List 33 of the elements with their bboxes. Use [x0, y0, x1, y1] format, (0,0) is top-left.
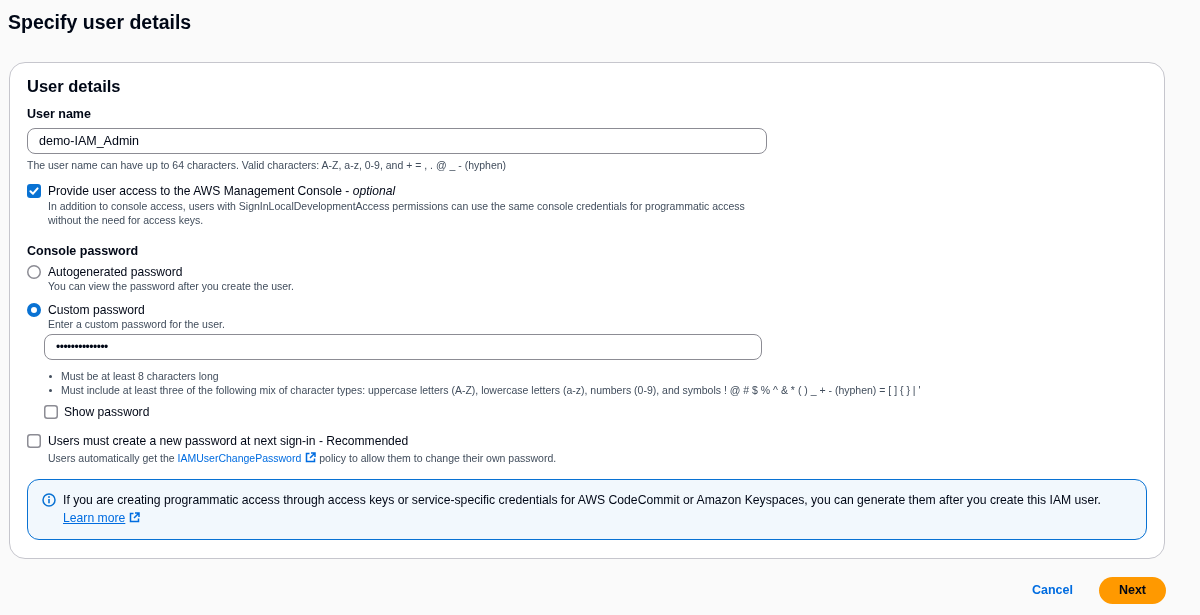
- external-link-icon: [129, 511, 141, 523]
- field-label: User name: [27, 106, 91, 122]
- link-button[interactable]: Cancel: [1029, 579, 1075, 601]
- password-input[interactable]: ••••••••••••••: [44, 334, 762, 360]
- bullet-icon: [49, 388, 52, 392]
- radio-label: Custom password: [48, 301, 145, 318]
- alert-text: If you are creating programmatic access through access keys or service-specific credentials for AWS CodeCommit or Amazon Keyspaces, you can generate them after you create this IAM user.: [63, 491, 1101, 509]
- learn-more-link[interactable]: Learn more: [63, 508, 141, 527]
- field-label: Console password: [27, 243, 139, 259]
- info-icon: [42, 492, 56, 507]
- external-link-icon: [305, 452, 317, 463]
- checkbox[interactable]: [27, 184, 41, 198]
- checkbox-description: Users automatically get the IAMUserChangePassword policy to allow them to change their own password.: [48, 452, 557, 466]
- checkbox[interactable]: [27, 434, 41, 448]
- checkbox-label: Provide user access to the AWS Management Console - optional: [48, 183, 396, 199]
- checkbox-label: Users must create a new password at next sign-in - Recommended: [48, 433, 409, 449]
- checkbox-description: In addition to console access, users with SignInLocalDevelopmentAccess permissions can use the same console credentials for programmatic access without the need for access keys.: [48, 200, 746, 227]
- field-hint: The user name can have up to 64 characters. Valid characters: A-Z, a-z, 0-9, and + = , . @ _ - (hyphen): [27, 158, 507, 172]
- checkbox[interactable]: [44, 405, 58, 419]
- radio-button[interactable]: [27, 302, 41, 317]
- policy-link[interactable]: IAMUserChangePassword: [177, 452, 317, 464]
- password-requirement: Must include at least three of the following mix of character types: uppercase letters (A-Z), lowercase letters (a-z), numbers (0-9), and symbols ! @ # $ % ^ & * ( ) _ + - (hyphen) = [ ] { } | ': [61, 383, 921, 397]
- checkbox-label: Show password: [64, 404, 150, 420]
- primary-button[interactable]: Next: [1098, 576, 1166, 604]
- radio-description: You can view the password after you create the user.: [48, 280, 294, 294]
- radio-description: Enter a custom password for the user.: [48, 317, 225, 331]
- radio-label: Autogenerated password: [48, 264, 183, 280]
- radio-button[interactable]: [27, 265, 41, 279]
- user-name-input[interactable]: demo-IAM_Admin: [27, 128, 767, 154]
- bullet-icon: [49, 374, 52, 378]
- page-title: Specify user details: [8, 10, 192, 34]
- section-heading: User details: [27, 76, 121, 97]
- password-requirement: Must be at least 8 characters long: [61, 369, 219, 383]
